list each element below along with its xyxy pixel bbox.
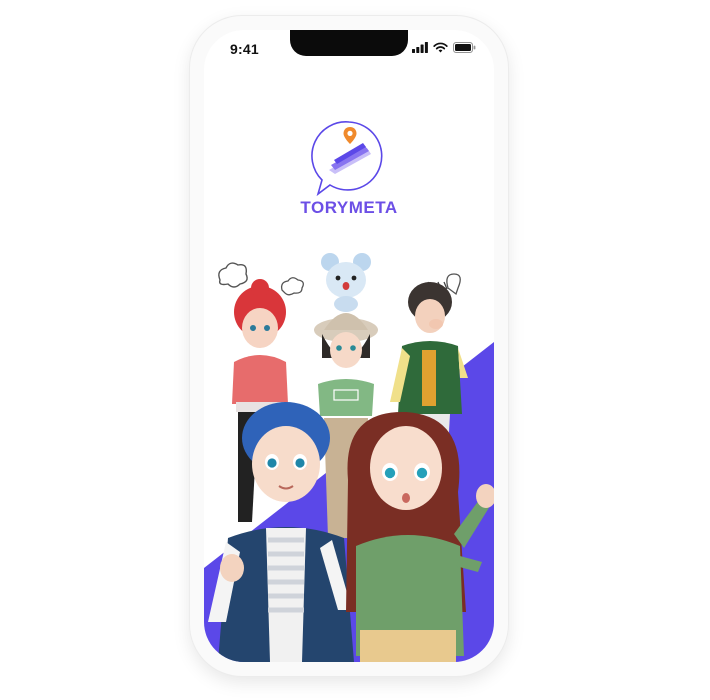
status-time: 9:41: [230, 41, 259, 57]
character-illustration: [204, 253, 494, 662]
app-logo: [204, 118, 494, 203]
thought-bubble-doodle: [280, 277, 304, 296]
app-name: TORYMETA: [300, 198, 398, 217]
mouse-mascot: [321, 253, 371, 312]
device-notch: [290, 30, 408, 56]
signal-icon: [412, 42, 428, 53]
status-icons: [412, 42, 476, 53]
battery-icon: [453, 42, 476, 53]
thought-bubble-doodle: [218, 262, 248, 288]
chat-bubble-logo-icon: [311, 121, 383, 197]
wifi-icon: [433, 42, 448, 53]
phone-frame: 9:41 TORYMETA: [190, 16, 508, 676]
app-screen: 9:41 TORYMETA: [204, 30, 494, 662]
speech-bubble-doodle: [446, 273, 461, 296]
